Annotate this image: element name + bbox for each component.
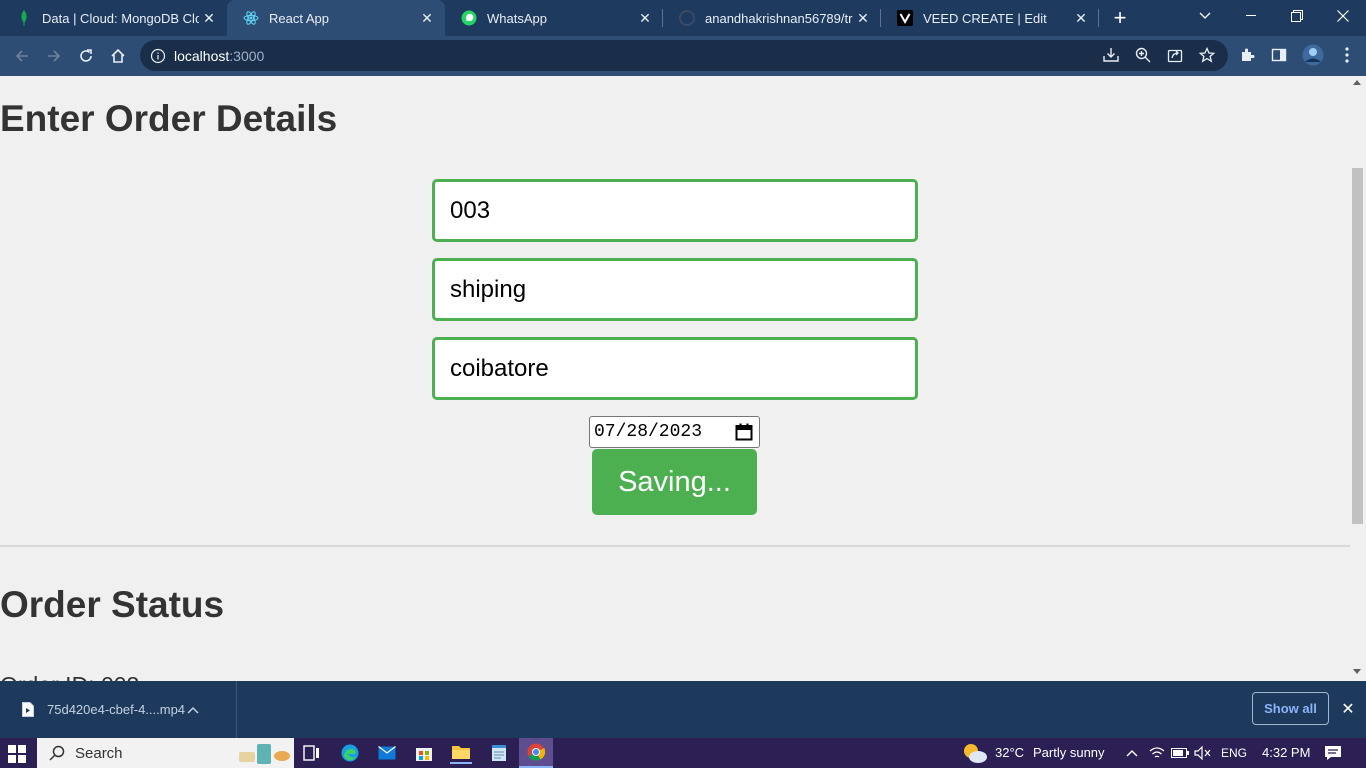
section-divider [0,545,1350,547]
minimize-button[interactable] [1228,0,1274,32]
tab-github[interactable]: anandhakrishnan56789/track ✕ [663,0,881,36]
order-id-line: Order ID: 003 [0,672,139,681]
file-explorer-icon[interactable] [450,742,472,764]
search-icon [49,745,65,761]
weather-temperature[interactable]: 32°C [995,745,1024,760]
windows-taskbar: Search 32°C Partly sunny ENG 4:32 PM [0,738,1366,768]
tab-separator [1098,9,1099,27]
reload-button[interactable] [72,42,100,70]
avatar[interactable] [1301,43,1325,67]
mail-icon[interactable] [376,742,398,764]
tab-veed[interactable]: VEED CREATE | Edit ✕ [881,0,1099,36]
show-all-button[interactable]: Show all [1252,692,1329,725]
download-bar: 75d420e4-cbef-4....mp4 Show all ✕ [0,681,1366,738]
calendar-icon[interactable] [735,423,753,441]
wifi-icon[interactable] [1146,742,1168,764]
edge-icon[interactable] [339,742,361,764]
notepad-icon[interactable] [488,742,510,764]
store-icon[interactable] [413,742,435,764]
url-host: localhost [174,47,230,64]
taskbar-search-label: Search [75,744,123,762]
react-icon [243,10,259,26]
page-content: Enter Order Details 003 shiping coibator… [0,76,1350,681]
video-file-icon [22,702,34,717]
zoom-icon[interactable] [1133,45,1153,65]
new-tab-button[interactable]: + [1106,4,1134,32]
tab-title: anandhakrishnan56789/track [705,10,853,26]
taskbar-search[interactable]: Search [37,738,294,768]
close-icon[interactable]: ✕ [1071,8,1091,28]
close-icon[interactable]: ✕ [417,8,437,28]
close-icon[interactable]: ✕ [199,8,219,28]
menu-kebab-icon[interactable] [1337,45,1357,65]
task-view-icon[interactable] [301,742,323,764]
battery-icon[interactable] [1169,742,1191,764]
home-button[interactable] [104,42,132,70]
weather-description[interactable]: Partly sunny [1033,745,1105,760]
install-app-icon[interactable] [1101,45,1121,65]
mongodb-leaf-icon [16,10,32,26]
scroll-up-arrow-icon[interactable] [1353,80,1361,85]
location-input[interactable]: coibatore [432,337,918,400]
tab-mongodb[interactable]: Data | Cloud: MongoDB Clou ✕ [0,0,227,36]
veed-icon [897,10,913,26]
github-icon [679,10,695,26]
close-icon[interactable]: ✕ [635,8,655,28]
tab-whatsapp[interactable]: WhatsApp ✕ [445,0,663,36]
date-value: 07/28/2023 [594,422,703,442]
chevron-up-icon[interactable] [1121,742,1143,764]
scrollbar-thumb[interactable] [1352,168,1363,524]
input-language[interactable]: ENG [1221,746,1247,760]
close-icon[interactable]: ✕ [853,8,873,28]
tab-title: Data | Cloud: MongoDB Clou [42,10,199,26]
tab-title: VEED CREATE | Edit [923,10,1047,26]
tab-strip: Data | Cloud: MongoDB Clou ✕ React App ✕… [0,0,1366,36]
site-info-icon[interactable] [150,48,166,64]
order-status-heading: Order Status [0,584,225,625]
restore-button[interactable] [1274,0,1320,32]
address-bar[interactable]: localhost:3000 [140,40,1228,71]
tab-title: WhatsApp [487,10,547,26]
scroll-down-arrow-icon[interactable] [1353,669,1361,674]
download-item[interactable]: 75d420e4-cbef-4....mp4 [0,681,237,738]
page-title: Enter Order Details [0,98,338,139]
forward-button[interactable] [40,42,68,70]
volume-muted-icon[interactable] [1192,742,1214,764]
close-icon[interactable]: ✕ [1338,699,1358,719]
weather-partly-sunny-icon[interactable] [962,742,988,764]
chevron-up-icon[interactable] [187,706,199,714]
side-panel-icon[interactable] [1269,45,1289,65]
date-input[interactable]: 07/28/2023 [589,416,760,448]
save-button[interactable]: Saving... [592,449,757,515]
tab-title: React App [269,10,329,26]
browser-toolbar: localhost:3000 [0,36,1366,76]
tab-search-icon[interactable] [1182,0,1228,32]
url-port: :3000 [229,47,265,64]
download-file-name: 75d420e4-cbef-4....mp4 [47,702,186,717]
whatsapp-icon [461,10,477,26]
windows-start-icon[interactable] [8,745,26,768]
tab-react-app[interactable]: React App ✕ [227,0,445,36]
back-button[interactable] [8,42,36,70]
order-id-input[interactable]: 003 [432,179,918,242]
clock-time[interactable]: 4:32 PM [1262,745,1310,760]
share-icon[interactable] [1165,45,1185,65]
chrome-icon[interactable] [519,738,553,768]
status-input[interactable]: shiping [432,258,918,321]
notifications-icon[interactable] [1322,742,1344,764]
travel-illustration-icon [239,744,290,764]
close-window-button[interactable] [1320,0,1366,32]
extensions-icon[interactable] [1237,45,1257,65]
bookmark-star-icon[interactable] [1197,45,1217,65]
